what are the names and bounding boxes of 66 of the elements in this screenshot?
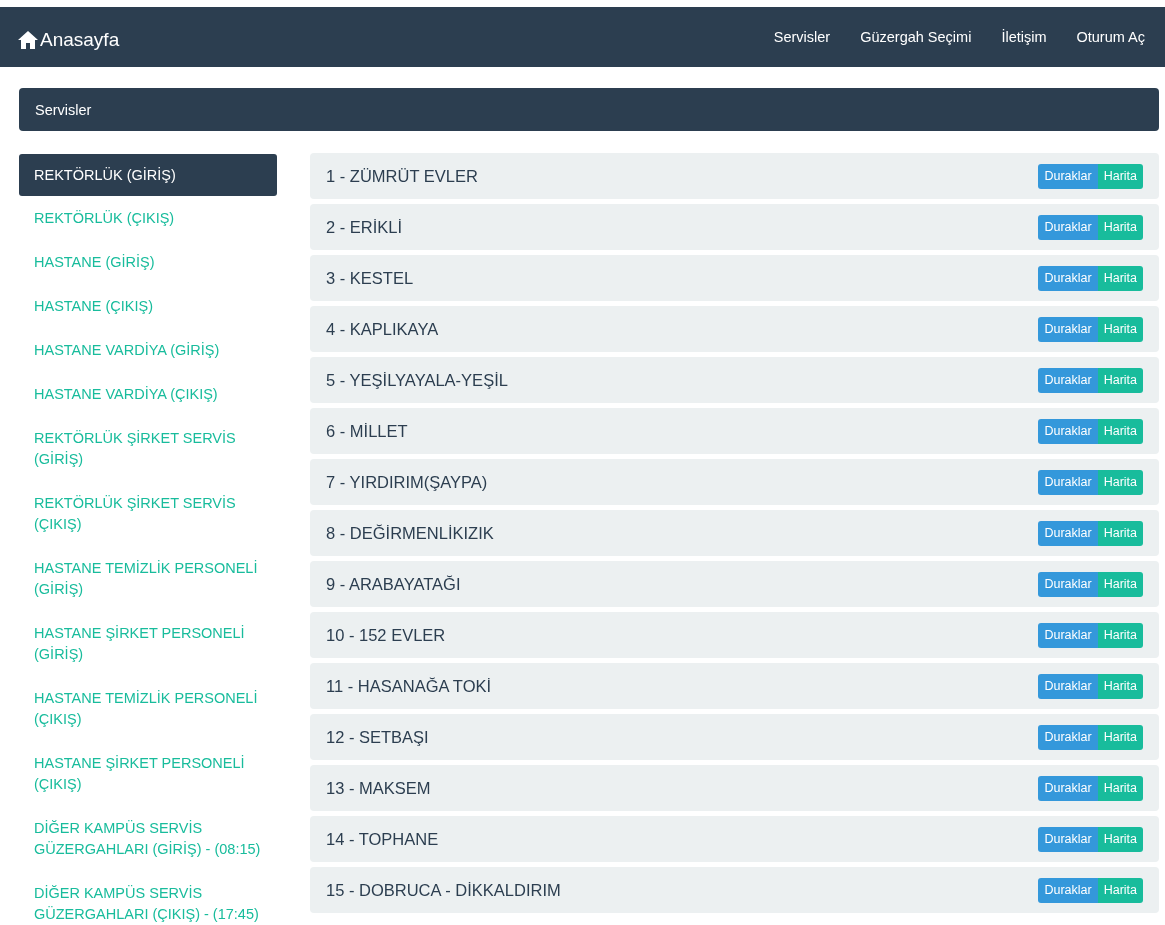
route-name: 15 - DOBRUCA - DİKKALDIRIM (326, 880, 561, 900)
map-button[interactable]: Harita (1097, 775, 1143, 801)
nav-link[interactable]: Servisler (773, 29, 831, 45)
route-name: 11 - HASANAĞA TOKİ (326, 676, 492, 696)
map-button[interactable]: Harita (1097, 316, 1143, 342)
nav-link[interactable]: Oturum Aç (1076, 29, 1145, 45)
stops-button[interactable]: Duraklar (1038, 571, 1098, 597)
sidebar-item[interactable]: HASTANE TEMİZLİK PERSONELİ (GİRİŞ) (19, 548, 277, 613)
route-name: 7 - YIRDIRIM(ŞAYPA) (326, 472, 488, 492)
home-icon (18, 31, 38, 49)
stops-button[interactable]: Duraklar (1038, 418, 1098, 444)
map-button[interactable]: Harita (1097, 673, 1143, 699)
map-button[interactable]: Harita (1097, 418, 1143, 444)
stops-button[interactable]: Duraklar (1038, 163, 1098, 189)
panel-title: Servisler (35, 101, 92, 118)
stops-button[interactable]: Duraklar (1038, 316, 1098, 342)
stops-button[interactable]: Duraklar (1038, 214, 1098, 240)
sidebar-item[interactable]: HASTANE (ÇIKIŞ) (19, 286, 277, 330)
map-button[interactable]: Harita (1097, 622, 1143, 648)
route-name: 12 - SETBAŞI (326, 727, 429, 747)
stops-button[interactable]: Duraklar (1038, 469, 1098, 495)
stops-button[interactable]: Duraklar (1038, 520, 1098, 546)
sidebar-item[interactable]: HASTANE TEMİZLİK PERSONELİ (ÇIKIŞ) (19, 678, 277, 743)
map-button[interactable]: Harita (1097, 826, 1143, 852)
route-name: 1 - ZÜMRÜT EVLER (326, 166, 478, 186)
sidebar-item[interactable]: HASTANE ŞİRKET PERSONELİ (ÇIKIŞ) (19, 743, 277, 808)
route-name: 3 - KESTEL (326, 268, 414, 288)
route-name: 8 - DEĞİRMENLİKIZIK (326, 523, 494, 543)
nav-link[interactable]: İletişim (1001, 29, 1047, 45)
route-name: 4 - KAPLIKAYA (326, 319, 439, 339)
route-name: 2 - ERİKLİ (326, 217, 403, 237)
map-button[interactable]: Harita (1097, 367, 1143, 393)
map-button[interactable]: Harita (1097, 724, 1143, 750)
sidebar-item[interactable]: HASTANE ŞİRKET PERSONELİ (GİRİŞ) (19, 613, 277, 678)
stops-button[interactable]: Duraklar (1038, 673, 1098, 699)
sidebar-item[interactable]: DİĞER KAMPÜS SERVİS GÜZERGAHLARI (GİRİŞ) - (08:15) (19, 808, 277, 873)
map-button[interactable]: Harita (1097, 520, 1143, 546)
stops-button[interactable]: Duraklar (1038, 622, 1098, 648)
sidebar-item[interactable]: DİĞER KAMPÜS SERVİS GÜZERGAHLARI (ÇIKIŞ) - (17:45) (19, 873, 277, 925)
sidebar-item[interactable]: REKTÖRLÜK (GİRİŞ) (19, 154, 277, 196)
sidebar-item[interactable]: REKTÖRLÜK (ÇIKIŞ) (19, 198, 277, 242)
stops-button[interactable]: Duraklar (1038, 367, 1098, 393)
home-link[interactable]: Anasayfa (18, 29, 120, 51)
nav-link[interactable]: Güzergah Seçimi (860, 29, 972, 45)
sidebar-item[interactable]: REKTÖRLÜK ŞİRKET SERVİS (ÇIKIŞ) (19, 483, 277, 548)
map-button[interactable]: Harita (1097, 469, 1143, 495)
sidebar-item[interactable]: HASTANE VARDİYA (ÇIKIŞ) (19, 374, 277, 418)
stops-button[interactable]: Duraklar (1038, 775, 1098, 801)
stops-button[interactable]: Duraklar (1038, 724, 1098, 750)
stops-button[interactable]: Duraklar (1038, 265, 1098, 291)
map-button[interactable]: Harita (1097, 163, 1143, 189)
sidebar-item[interactable]: REKTÖRLÜK ŞİRKET SERVİS (GİRİŞ) (19, 418, 277, 483)
route-name: 5 - YEŞİLYAYALA-YEŞİL (326, 370, 508, 390)
route-name: 6 - MİLLET (326, 421, 408, 441)
map-button[interactable]: Harita (1097, 265, 1143, 291)
sidebar-item[interactable]: HASTANE (GİRİŞ) (19, 242, 277, 286)
sidebar-item[interactable]: HASTANE VARDİYA (GİRİŞ) (19, 330, 277, 374)
stops-button[interactable]: Duraklar (1038, 877, 1098, 903)
map-button[interactable]: Harita (1097, 877, 1143, 903)
route-name: 10 - 152 EVLER (326, 625, 446, 645)
route-name: 14 - TOPHANE (326, 829, 439, 849)
route-name: 9 - ARABAYATAĞI (326, 574, 461, 594)
stops-button[interactable]: Duraklar (1038, 826, 1098, 852)
map-button[interactable]: Harita (1097, 214, 1143, 240)
map-button[interactable]: Harita (1097, 571, 1143, 597)
route-name: 13 - MAKSEM (326, 778, 431, 798)
